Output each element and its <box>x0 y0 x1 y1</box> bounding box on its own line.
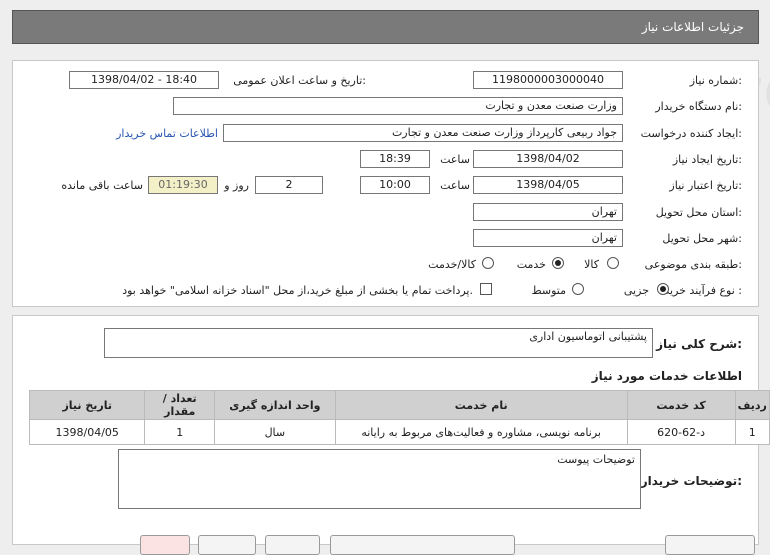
created-time-field: 18:39 <box>360 150 430 168</box>
cell-qty: 1 <box>144 419 215 445</box>
need-number-field: 1198000003000040 <box>473 71 623 89</box>
bottom-button-4[interactable] <box>198 535 256 555</box>
col-date: تاریخ نیاز <box>28 390 146 420</box>
treasury-note: پرداخت تمام یا بخشی از مبلغ خرید،از محل … <box>122 284 473 297</box>
cell-row: 1 <box>734 419 770 445</box>
category-radio-goods[interactable] <box>607 257 619 269</box>
created-date-field: 1398/04/02 <box>473 150 623 168</box>
bottom-button-3[interactable] <box>265 535 320 555</box>
col-row: ردیف <box>734 390 770 420</box>
cell-name: برنامه نویسی، مشاوره و فعالیت‌های مربوط … <box>334 419 628 445</box>
city-label: شهر محل تحویل: <box>662 232 742 245</box>
col-code: کد خدمت <box>626 390 736 420</box>
announce-label: تاریخ و ساعت اعلان عمومی: <box>233 74 366 87</box>
need-number-label: شماره نیاز: <box>689 74 742 87</box>
category-label: طبقه بندی موضوعی: <box>644 258 742 271</box>
city-field: تهران <box>473 229 623 247</box>
process-radio-medium[interactable] <box>572 283 584 295</box>
created-date-label: تاریخ ایجاد نیاز: <box>672 153 742 166</box>
cell-code: د-62-620 <box>626 419 736 445</box>
table-row: 1 د-62-620 برنامه نویسی، مشاوره و فعالیت… <box>28 419 770 445</box>
creator-field: جواد ربیعی کارپرداز وزارت صنعت معدن و تج… <box>223 124 623 142</box>
process-label: نوع فرآیند خرید : <box>664 284 742 297</box>
buyer-org-label: نام دستگاه خریدار: <box>655 100 742 113</box>
created-time-label: ساعت <box>440 153 470 166</box>
bottom-button-5[interactable] <box>140 535 190 555</box>
col-unit: واحد اندازه گیری <box>213 390 336 420</box>
process-option-medium: متوسط <box>531 284 566 297</box>
summary-field: پشتیبانی اتوماسیون اداری <box>104 328 653 358</box>
province-field: تهران <box>473 203 623 221</box>
process-radio-minor[interactable] <box>657 283 669 295</box>
remaining-label: ساعت باقی مانده <box>61 179 143 192</box>
category-radio-service[interactable] <box>552 257 564 269</box>
category-radio-goods-service[interactable] <box>482 257 494 269</box>
col-name: نام خدمت <box>334 390 628 420</box>
valid-time-field: 10:00 <box>360 176 430 194</box>
category-option-service: خدمت <box>516 258 546 271</box>
col-qty: تعداد / مقدار <box>144 390 215 420</box>
valid-date-label: تاریخ اعتبار نیاز: <box>669 179 742 192</box>
remaining-time-field: 01:19:30 <box>148 176 218 194</box>
buyer-notes-field: توضیحات پیوست <box>118 449 641 509</box>
services-table: ردیف کد خدمت نام خدمت واحد اندازه گیری ت… <box>28 390 770 445</box>
services-title: اطلاعات خدمات مورد نیاز <box>591 369 742 383</box>
days-field: 2 <box>255 176 323 194</box>
province-label: استان محل تحویل: <box>655 206 742 219</box>
page-header: جزئیات اطلاعات نیاز <box>12 10 759 44</box>
cell-date: 1398/04/05 <box>28 419 146 445</box>
cell-unit: سال <box>213 419 336 445</box>
contact-buyer-link[interactable]: اطلاعات تماس خریدار <box>116 127 218 140</box>
announce-field: 1398/04/02 - 18:40 <box>69 71 219 89</box>
treasury-checkbox[interactable] <box>480 283 492 295</box>
creator-label: ایجاد کننده درخواست: <box>640 127 742 140</box>
category-option-goods: کالا <box>584 258 599 271</box>
buyer-notes-label: توضیحات خریدار: <box>640 474 742 488</box>
services-header-row: ردیف کد خدمت نام خدمت واحد اندازه گیری ت… <box>28 390 770 420</box>
valid-time-label: ساعت <box>440 179 470 192</box>
page-title: جزئیات اطلاعات نیاز <box>641 20 744 34</box>
bottom-button-2[interactable] <box>330 535 515 555</box>
process-option-minor: جزیی <box>623 284 649 297</box>
summary-label: شرح کلی نیاز: <box>656 337 742 351</box>
bottom-button-1[interactable] <box>665 535 755 555</box>
valid-date-field: 1398/04/05 <box>473 176 623 194</box>
days-label: روز و <box>224 179 249 192</box>
category-option-goods-service: کالا/خدمت <box>428 258 476 271</box>
buyer-org-field: وزارت صنعت معدن و تجارت <box>173 97 623 115</box>
